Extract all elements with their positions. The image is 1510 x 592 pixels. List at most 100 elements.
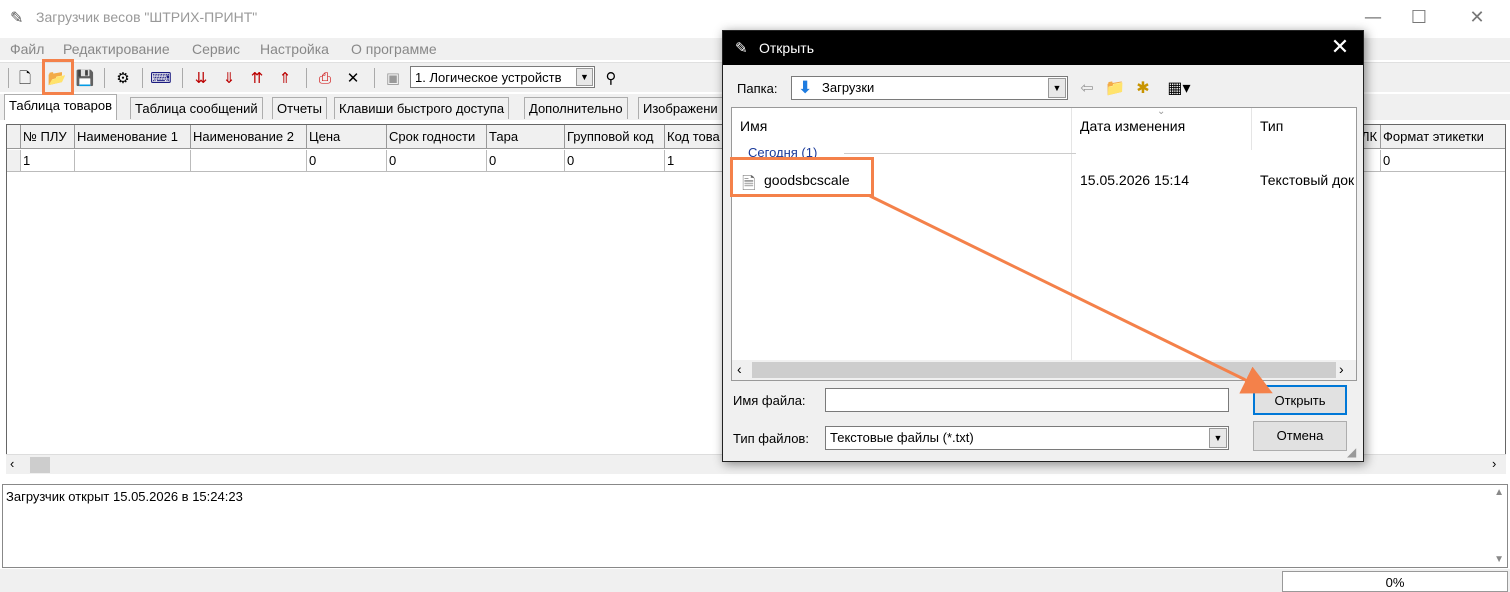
app-logo-icon: ✎ — [10, 8, 24, 27]
device-select-value: 1. Логическое устройств — [415, 70, 562, 85]
scroll-left-icon[interactable]: ‹ — [737, 361, 742, 377]
menu-service[interactable]: Сервис — [192, 41, 240, 57]
open-file-dialog: ✎ Открыть ✕ Папка: ⬇ Загрузки ▼ ⇦ 📁 ✱ ▦▾… — [722, 30, 1364, 462]
tab-products[interactable]: Таблица товаров — [4, 94, 117, 120]
column-header-date[interactable]: Дата изменения — [1072, 108, 1252, 150]
delete-icon[interactable]: ✕ — [342, 67, 364, 89]
menu-file[interactable]: Файл — [10, 41, 44, 57]
log-panel: Загрузчик открыт 15.05.2026 в 15:24:23 ▲… — [2, 484, 1508, 568]
log-text: Загрузчик открыт 15.05.2026 в 15:24:23 — [6, 489, 243, 504]
close-button[interactable]: ✕ — [1454, 4, 1500, 32]
scroll-up-icon[interactable]: ▲ — [1494, 487, 1504, 498]
scroll-right-icon[interactable]: › — [1492, 456, 1496, 471]
new-folder-icon[interactable]: ✱ — [1131, 76, 1155, 100]
scroll-left-icon[interactable]: ‹ — [10, 456, 14, 471]
column-header[interactable]: Срок годности — [387, 125, 487, 149]
connect-icon[interactable]: ⚲ — [600, 67, 622, 89]
grid-cell[interactable]: 0 — [1381, 150, 1505, 172]
menu-edit[interactable]: Редактирование — [63, 41, 170, 57]
scrollbar-thumb[interactable] — [30, 457, 50, 473]
toolbar-separator — [142, 68, 143, 88]
tab-hotkeys[interactable]: Клавиши быстрого доступа — [334, 97, 510, 119]
device-icon[interactable]: ▣ — [382, 67, 404, 89]
menu-settings[interactable]: Настройка — [260, 41, 329, 57]
keyboard-icon[interactable]: ⌨ — [150, 67, 172, 89]
load-down-icon[interactable]: ⇓ — [218, 67, 240, 89]
download-arrow-icon: ⬇ — [798, 78, 813, 98]
grid-cell[interactable]: 1 — [21, 150, 75, 172]
scrollbar-thumb[interactable] — [752, 362, 1336, 378]
column-header[interactable]: Тара — [487, 125, 565, 149]
print-icon[interactable]: ⎙ — [314, 67, 336, 89]
maximize-button[interactable]: ☐ — [1396, 4, 1442, 32]
save-icon[interactable]: 💾 — [74, 67, 96, 89]
cancel-button-label: Отмена — [1276, 428, 1324, 443]
tab-additional[interactable]: Дополнительно — [524, 97, 628, 119]
column-header[interactable]: Формат этикетки — [1381, 125, 1505, 149]
file-type: Текстовый док — [1260, 172, 1355, 188]
dialog-logo-icon: ✎ — [735, 39, 748, 57]
file-list-scrollbar[interactable]: ‹ › — [732, 360, 1356, 380]
filetype-select[interactable]: Текстовые файлы (*.txt) ▼ — [825, 426, 1229, 450]
scroll-down-icon[interactable]: ▼ — [1494, 554, 1504, 565]
view-menu-icon[interactable]: ▦▾ — [1161, 76, 1197, 100]
file-highlight — [730, 157, 874, 197]
dialog-close-button[interactable]: ✕ — [1327, 35, 1353, 61]
load-up-icon[interactable]: ⇑ — [274, 67, 296, 89]
grid-cell[interactable]: 0 — [565, 150, 665, 172]
group-divider — [844, 153, 1076, 154]
grid-cell[interactable]: 0 — [307, 150, 387, 172]
import-up-icon[interactable]: ⇈ — [246, 67, 268, 89]
column-header[interactable]: Наименование 2 — [191, 125, 307, 149]
menu-about[interactable]: О программе — [351, 41, 437, 57]
app-title: Загрузчик весов "ШТРИХ-ПРИНТ" — [36, 9, 258, 25]
chevron-down-icon[interactable]: ▼ — [576, 68, 593, 86]
column-header-type[interactable]: Тип — [1252, 108, 1356, 150]
back-arrow-icon[interactable]: ⇦ — [1075, 76, 1099, 100]
resize-grip-icon[interactable]: ◢ — [1347, 445, 1356, 459]
cancel-button[interactable]: Отмена — [1253, 421, 1347, 451]
column-header[interactable]: № ПЛУ — [21, 125, 75, 149]
toolbar-separator — [306, 68, 307, 88]
dialog-title: Открыть — [759, 40, 814, 56]
column-header[interactable]: Групповой код — [565, 125, 665, 149]
toolbar-separator — [8, 68, 9, 88]
column-header[interactable]: Цена — [307, 125, 387, 149]
file-list[interactable]: Имя ⌄ Дата изменения Тип Сегодня (1) 🗎 g… — [731, 107, 1357, 381]
filename-input[interactable] — [825, 388, 1229, 412]
properties-icon[interactable]: ⚙ — [112, 67, 134, 89]
toolbar-separator — [182, 68, 183, 88]
up-folder-icon[interactable]: 📁 — [1103, 76, 1127, 100]
file-date: 15.05.2026 15:14 — [1080, 172, 1189, 188]
tab-images[interactable]: Изображени — [638, 97, 723, 119]
open-button-highlight — [42, 59, 74, 95]
grid-cell[interactable]: 0 — [387, 150, 487, 172]
chevron-down-icon[interactable]: ▼ — [1048, 78, 1066, 98]
folder-value: Загрузки — [822, 80, 875, 95]
open-button[interactable]: Открыть — [1253, 385, 1347, 415]
chevron-down-icon[interactable]: ▼ — [1209, 428, 1227, 448]
row-indicator[interactable] — [7, 150, 21, 172]
filetype-label: Тип файлов: — [733, 431, 809, 446]
import-down-icon[interactable]: ⇊ — [190, 67, 212, 89]
filename-label: Имя файла: — [733, 393, 806, 408]
new-file-icon[interactable]: 🗋 — [14, 67, 36, 89]
toolbar-separator — [104, 68, 105, 88]
folder-label: Папка: — [737, 81, 778, 96]
minimize-button[interactable]: — — [1350, 4, 1396, 32]
progress-indicator: 0% — [1282, 571, 1508, 592]
column-header-name[interactable]: Имя — [732, 108, 1072, 150]
grid-cell[interactable]: 0 — [487, 150, 565, 172]
scroll-right-icon[interactable]: › — [1339, 361, 1344, 377]
grid-cell[interactable] — [75, 150, 191, 172]
column-header[interactable]: Наименование 1 — [75, 125, 191, 149]
progress-text: 0% — [1385, 575, 1405, 590]
toolbar-separator — [374, 68, 375, 88]
folder-select[interactable]: ⬇ Загрузки ▼ — [791, 76, 1068, 100]
open-button-label: Открыть — [1274, 393, 1326, 408]
grid-cell[interactable] — [191, 150, 307, 172]
filetype-value: Текстовые файлы (*.txt) — [830, 430, 974, 445]
tab-reports[interactable]: Отчеты — [272, 97, 327, 119]
tab-messages[interactable]: Таблица сообщений — [130, 97, 263, 119]
device-select[interactable]: 1. Логическое устройств ▼ — [410, 66, 595, 88]
